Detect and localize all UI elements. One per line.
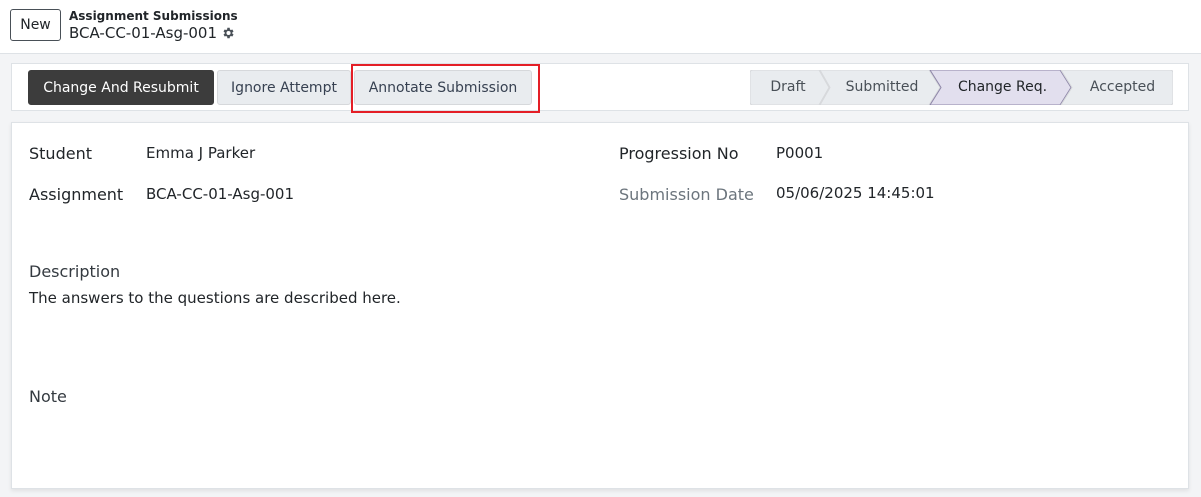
student-field[interactable]: Emma J Parker	[146, 144, 255, 162]
stage-pipeline: Draft Submitted Change Req. Accepted	[750, 70, 1173, 105]
note-label: Note	[29, 387, 67, 406]
control-panel: New Assignment Submissions BCA-CC-01-Asg…	[0, 0, 1201, 54]
ignore-attempt-button[interactable]: Ignore Attempt	[217, 70, 351, 105]
breadcrumb-parent-link[interactable]: Assignment Submissions	[69, 9, 238, 23]
submission-date-field[interactable]: 05/06/2025 14:45:01	[776, 184, 935, 202]
assignment-label: Assignment	[29, 185, 124, 204]
note-field[interactable]	[29, 413, 1169, 473]
description-field[interactable]: The answers to the questions are describ…	[29, 289, 401, 307]
submission-date-label: Submission Date	[619, 185, 754, 204]
change-and-resubmit-button[interactable]: Change And Resubmit	[28, 70, 214, 105]
stage-submitted[interactable]: Submitted	[830, 70, 934, 105]
new-button[interactable]: New	[10, 9, 61, 41]
progression-no-field[interactable]: P0001	[776, 144, 823, 162]
stage-draft[interactable]: Draft	[750, 70, 826, 105]
record-title: BCA-CC-01-Asg-001	[69, 24, 235, 42]
progression-no-label: Progression No	[619, 144, 739, 163]
stage-change-req[interactable]: Change Req.	[941, 70, 1064, 105]
student-label: Student	[29, 144, 92, 163]
form-sheet: Student Emma J Parker Assignment BCA-CC-…	[11, 122, 1189, 489]
gear-icon[interactable]	[221, 26, 235, 40]
assignment-field[interactable]: BCA-CC-01-Asg-001	[146, 185, 294, 203]
record-name: BCA-CC-01-Asg-001	[69, 24, 218, 42]
stage-accepted[interactable]: Accepted	[1072, 70, 1173, 105]
annotate-submission-button[interactable]: Annotate Submission	[354, 70, 532, 105]
status-bar: Change And Resubmit Ignore Attempt Annot…	[11, 63, 1189, 113]
description-label: Description	[29, 262, 121, 281]
